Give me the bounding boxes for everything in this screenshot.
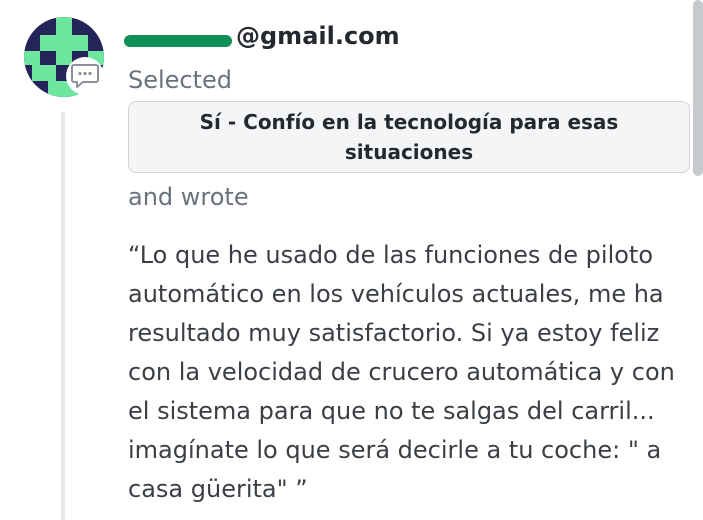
comment-bubble-icon <box>66 57 104 95</box>
comment-line: con la velocidad de crucero automática y… <box>128 358 675 386</box>
selected-label: Selected <box>128 66 233 94</box>
scrollbar-thumb[interactable] <box>693 0 703 176</box>
avatar[interactable] <box>24 17 104 97</box>
comment-line: casa güerita" ” <box>128 475 308 503</box>
comment-thread: @gmail.com Selected Sí - Confío en la te… <box>0 0 703 520</box>
comment-body: “Lo que he usado de las funciones de pil… <box>128 236 703 509</box>
comment-line: resultado muy satisfactorio. Si ya estoy… <box>128 319 660 347</box>
comment-line: “Lo que he usado de las funciones de pil… <box>128 241 654 269</box>
comment-line: imagínate lo que será decirle a tu coche… <box>128 436 662 464</box>
thread-line <box>61 112 65 520</box>
redaction-mark <box>124 35 232 47</box>
wrote-label: and wrote <box>128 183 249 211</box>
comment-line: el sistema para que no te salgas del car… <box>128 397 655 425</box>
scrollbar[interactable] <box>693 0 703 520</box>
comment-line: automático en los vehículos actuales, me… <box>128 280 664 308</box>
selected-choice-badge: Sí - Confío en la tecnología para esas s… <box>128 101 690 173</box>
email-domain: @gmail.com <box>236 22 400 50</box>
choice-text: Sí - Confío en la tecnología para esas s… <box>199 110 619 164</box>
